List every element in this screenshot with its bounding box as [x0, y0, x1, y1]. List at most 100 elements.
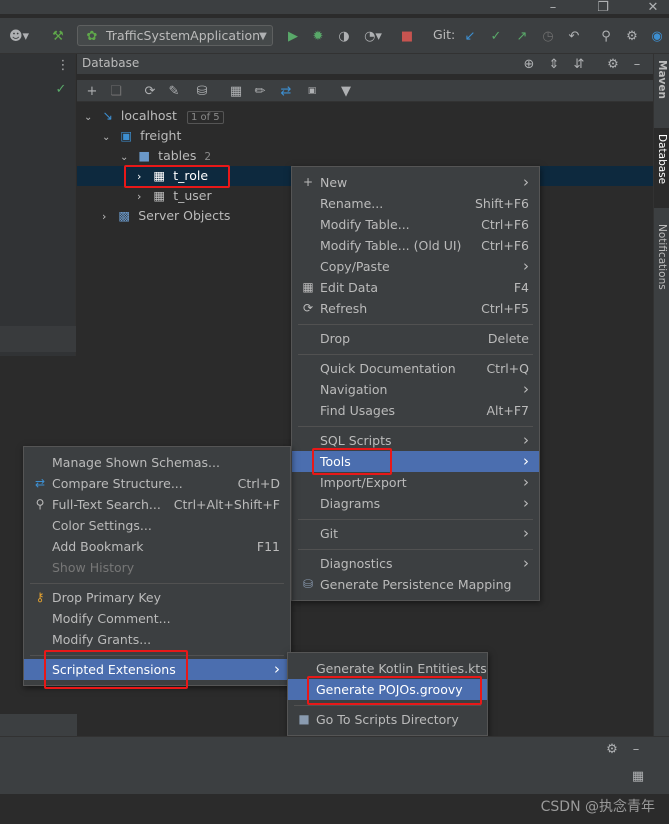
build-hammer-icon[interactable]: ⚒: [48, 26, 68, 46]
run-configuration-dropdown[interactable]: ✿ TrafficSystemApplication ▼: [77, 25, 273, 46]
refresh-icon: ⟳: [302, 301, 314, 315]
menu-item-generate-kotlin-entities-kts[interactable]: Generate Kotlin Entities.kts: [288, 658, 487, 679]
menu-item-generate-pojos-groovy[interactable]: Generate POJOs.groovy: [288, 679, 487, 700]
menu-item-compare-structure[interactable]: ⇄ Compare Structure... Ctrl+D: [24, 473, 290, 494]
menu-item-diagrams[interactable]: Diagrams ›: [292, 493, 539, 514]
coverage-icon[interactable]: ◑: [334, 26, 354, 46]
menu-item-import-export[interactable]: Import/Export ›: [292, 472, 539, 493]
layout-icon[interactable]: ▦: [630, 768, 646, 784]
database-tab[interactable]: Database: [656, 134, 668, 184]
git-push-icon[interactable]: ↗: [512, 26, 532, 46]
filter-icon[interactable]: ▼: [337, 82, 355, 100]
settings-gear-icon[interactable]: ⚙: [622, 26, 642, 46]
panel-settings-gear-icon[interactable]: ⚙: [605, 56, 621, 72]
database-tab-label: Database: [656, 134, 668, 185]
menu-item-tools[interactable]: Tools ›: [292, 451, 539, 472]
collapse-all-icon[interactable]: ⇵: [571, 56, 587, 72]
console-icon[interactable]: ▣: [303, 82, 321, 100]
menu-item-copy-paste[interactable]: Copy/Paste ›: [292, 256, 539, 277]
menu-item-add-bookmark[interactable]: Add Bookmark F11: [24, 536, 290, 557]
menu-item-drop[interactable]: Drop Delete: [292, 328, 539, 349]
panel-options-icon[interactable]: ⋮: [56, 58, 70, 73]
menu-item-go-to-scripts-directory[interactable]: ■ Go To Scripts Directory: [288, 709, 487, 730]
menu-item-generate-persistence-mapping[interactable]: ⛁ Generate Persistence Mapping: [292, 574, 539, 595]
table-icon: ▦: [153, 168, 166, 183]
bottom-settings-gear-icon[interactable]: ⚙: [604, 741, 620, 757]
copy-icon[interactable]: ❏: [107, 82, 125, 100]
spring-boot-icon: ✿: [86, 28, 98, 44]
chevron-right-icon: ›: [137, 170, 142, 183]
git-commit-icon[interactable]: ✓: [486, 26, 506, 46]
menu-item-quick-documentation[interactable]: Quick Documentation Ctrl+Q: [292, 358, 539, 379]
menu-item-sql-scripts[interactable]: SQL Scripts ›: [292, 430, 539, 451]
git-rollback-icon[interactable]: ↶: [564, 26, 584, 46]
menu-item-shortcut: Ctrl+Q: [486, 361, 529, 376]
search-icon: ⚲: [35, 497, 45, 511]
menu-item-rename[interactable]: Rename... Shift+F6: [292, 193, 539, 214]
git-history-icon[interactable]: ◷: [538, 26, 558, 46]
menu-item-label: Add Bookmark: [52, 539, 144, 554]
table-view-icon[interactable]: ▦: [227, 82, 245, 100]
chevron-right-icon: ›: [523, 494, 529, 512]
menu-item-label: Quick Documentation: [320, 361, 456, 376]
datasource-icon[interactable]: ⛁: [193, 82, 211, 100]
tree-node-localhost[interactable]: ⌄ ↘ localhost 1 of 5: [84, 106, 224, 126]
edit-icon[interactable]: ✏: [251, 82, 269, 100]
hide-panel-icon[interactable]: –: [629, 56, 645, 72]
menu-item-diagnostics[interactable]: Diagnostics ›: [292, 553, 539, 574]
close-window-icon[interactable]: ✕: [645, 0, 661, 15]
search-everywhere-icon[interactable]: ⚲: [596, 26, 616, 46]
menu-item-find-usages[interactable]: Find Usages Alt+F7: [292, 400, 539, 421]
tree-node-freight[interactable]: ⌄ ▣ freight: [102, 126, 181, 146]
run-icon[interactable]: ▶: [284, 26, 302, 46]
menu-item-shortcut: Shift+F6: [474, 196, 529, 211]
menu-item-label: Tools: [320, 454, 351, 469]
menu-item-git[interactable]: Git ›: [292, 523, 539, 544]
menu-item-modify-table[interactable]: Modify Table... Ctrl+F6: [292, 214, 539, 235]
chevron-right-icon: ›: [523, 473, 529, 491]
menu-item-modify-grants[interactable]: Modify Grants...: [24, 629, 290, 650]
chevron-right-icon: ›: [523, 554, 529, 572]
menu-item-manage-shown-schemas[interactable]: Manage Shown Schemas...: [24, 452, 290, 473]
check-icon: ✓: [55, 81, 67, 97]
menu-item-modify-table-old-ui[interactable]: Modify Table... (Old UI) Ctrl+F6: [292, 235, 539, 256]
minimize-icon[interactable]: –: [545, 0, 561, 15]
git-update-icon[interactable]: ↙: [460, 26, 480, 46]
tree-node-tables[interactable]: ⌄ ■ tables 2: [120, 146, 211, 166]
menu-item-navigation[interactable]: Navigation ›: [292, 379, 539, 400]
maven-tab[interactable]: Maven: [656, 60, 668, 99]
profile-icon[interactable]: ◔▾: [358, 26, 388, 46]
menu-item-scripted-extensions[interactable]: Scripted Extensions ›: [24, 659, 290, 680]
debug-icon[interactable]: ✹: [308, 26, 328, 46]
stop-icon[interactable]: ■: [398, 26, 416, 46]
menu-separator: [298, 519, 533, 520]
properties-icon[interactable]: ✎: [165, 82, 183, 100]
tree-node-server-objects[interactable]: › ▩ Server Objects: [102, 206, 230, 226]
menu-item-drop-primary-key[interactable]: ⚷ Drop Primary Key: [24, 587, 290, 608]
chevron-right-icon: ›: [523, 173, 529, 191]
notifications-tab[interactable]: Notifications: [656, 224, 668, 290]
compare-icon[interactable]: ⇄: [277, 82, 295, 100]
project-panel-row: [0, 326, 76, 352]
add-icon[interactable]: +: [83, 82, 101, 100]
menu-item-full-text-search[interactable]: ⚲ Full-Text Search... Ctrl+Alt+Shift+F: [24, 494, 290, 515]
menu-item-new[interactable]: + New ›: [292, 172, 539, 193]
menu-item-label: Modify Grants...: [52, 632, 152, 647]
refresh-icon[interactable]: ⟳: [141, 82, 159, 100]
table-label-t-role: t_role: [173, 168, 209, 183]
menu-item-modify-comment[interactable]: Modify Comment...: [24, 608, 290, 629]
menu-item-edit-data[interactable]: ▦ Edit Data F4: [292, 277, 539, 298]
menu-item-refresh[interactable]: ⟳ Refresh Ctrl+F5: [292, 298, 539, 319]
maximize-icon[interactable]: ❐: [595, 0, 611, 15]
tree-node-t-user[interactable]: › ▦ t_user: [137, 186, 212, 206]
bottom-hide-icon[interactable]: –: [628, 741, 644, 757]
menu-item-label: Manage Shown Schemas...: [52, 455, 220, 470]
menu-separator: [298, 549, 533, 550]
menu-item-color-settings[interactable]: Color Settings...: [24, 515, 290, 536]
tree-node-t-role[interactable]: › ▦ t_role: [137, 166, 208, 186]
expand-all-icon[interactable]: ⇕: [546, 56, 562, 72]
target-icon[interactable]: ⊕: [521, 56, 537, 72]
menu-item-label: Color Settings...: [52, 518, 152, 533]
context-menu: + New › Rename... Shift+F6 Modify Table... Ctr…: [291, 166, 540, 601]
user-account-icon[interactable]: ☻▾: [6, 26, 32, 46]
